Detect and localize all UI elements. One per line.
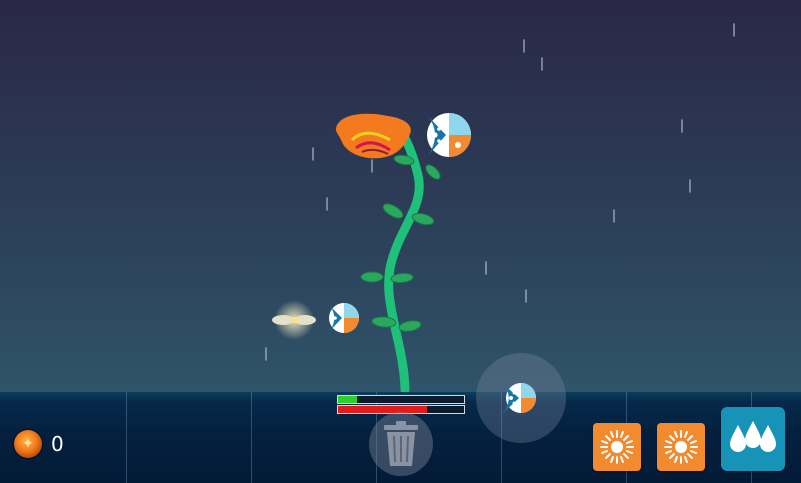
coin-counter: ✦ 0 [14, 430, 64, 458]
seed-slot[interactable] [476, 353, 566, 443]
sun-tool-button[interactable] [593, 423, 641, 471]
sun-tool-button-2[interactable] [657, 423, 705, 471]
water-bar-fill [338, 396, 357, 403]
sun-icon [600, 430, 634, 464]
slot-divider [251, 392, 252, 483]
water-bar [337, 395, 465, 404]
coin-icon: ✦ [14, 430, 42, 458]
sun-icon [664, 430, 698, 464]
slot-divider [126, 392, 127, 483]
health-bar-fill [338, 406, 428, 413]
trash-button[interactable] [369, 412, 433, 476]
coin-count: 0 [51, 432, 64, 456]
trash-icon [384, 421, 418, 466]
seed-pod-icon [499, 380, 536, 417]
water-drops-icon [730, 421, 776, 452]
water-tool-button[interactable] [721, 407, 785, 471]
